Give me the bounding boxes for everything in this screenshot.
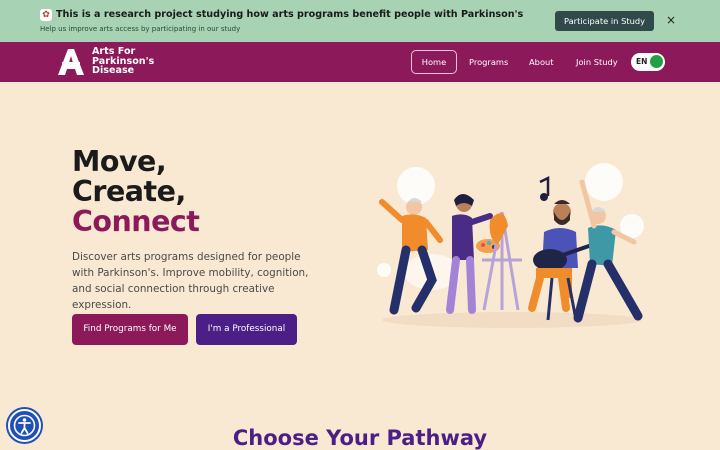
logo-a-icon[interactable] — [56, 47, 86, 77]
accessibility-icon — [13, 414, 36, 437]
professional-button[interactable]: I'm a Professional — [196, 314, 297, 345]
nav-about[interactable]: About — [529, 50, 554, 74]
hero-title-line-2: Create, — [72, 175, 186, 208]
hero-title-line-3: Connect — [72, 205, 200, 238]
arts-activities-illustration — [377, 163, 644, 328]
brand-name[interactable]: Arts For Parkinson's Disease — [92, 47, 162, 76]
nav-programs[interactable]: Programs — [469, 50, 508, 74]
brand-line-3: Disease — [92, 65, 135, 77]
language-toggle[interactable]: EN — [631, 53, 665, 71]
close-icon[interactable]: × — [664, 13, 678, 27]
accessibility-button[interactable] — [8, 409, 41, 442]
participate-in-study-button[interactable]: Participate in Study — [555, 11, 654, 31]
hero-description: Discover arts programs designed for peop… — [72, 251, 309, 311]
palette-emoji-icon: ✿ — [40, 9, 52, 21]
language-label: EN — [636, 57, 648, 66]
pathway-section-title: Choose Your Pathway — [232, 426, 488, 450]
hero-title-line-1: Move, — [72, 145, 167, 178]
nav-join-study[interactable]: Join Study — [576, 50, 618, 74]
banner-subtitle: Help us improve arts access by participa… — [40, 25, 241, 33]
find-programs-button[interactable]: Find Programs for Me — [72, 314, 188, 345]
nav-home[interactable]: Home — [411, 50, 457, 74]
toggle-knob — [650, 55, 663, 68]
banner-title: This is a research project studying how … — [56, 9, 524, 20]
